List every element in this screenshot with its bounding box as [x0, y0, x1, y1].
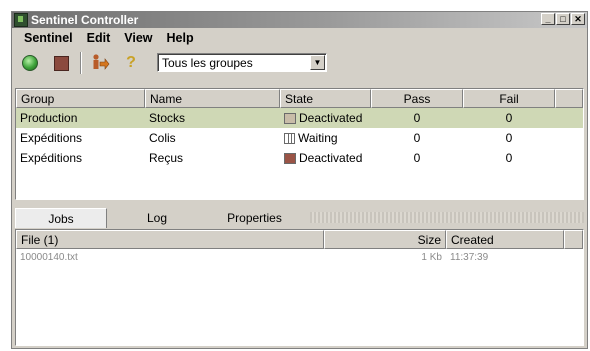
stop-icon	[53, 55, 69, 71]
menu-edit[interactable]: Edit	[80, 31, 118, 45]
app-icon	[14, 13, 28, 27]
cell-pass: 0	[413, 151, 421, 165]
column-header-file[interactable]: File (1)	[16, 230, 324, 249]
table-row[interactable]: Expéditions Colis Waiting 0 0	[16, 128, 583, 148]
cell-name: Stocks	[149, 111, 186, 125]
person-arrow-button[interactable]	[88, 51, 112, 75]
cell-pass: 0	[413, 111, 421, 125]
help-button[interactable]: ?	[119, 51, 143, 75]
column-header-state[interactable]: State	[280, 89, 371, 108]
cell-group: Expéditions	[20, 131, 83, 145]
state-label: Deactivated	[299, 111, 363, 125]
cell-name: Reçus	[149, 151, 184, 165]
column-header-created[interactable]: Created	[446, 230, 564, 249]
menu-bar: Sentinel Edit View Help	[12, 28, 587, 48]
menu-help[interactable]: Help	[160, 31, 201, 45]
deactivated-icon	[284, 112, 296, 124]
tab-properties[interactable]: Properties	[207, 208, 302, 228]
title-bar[interactable]: Sentinel Controller _ □ ✕	[12, 12, 587, 28]
maximize-button[interactable]: □	[556, 13, 570, 25]
table-row[interactable]: Expéditions Reçus Deactivated 0 0	[16, 148, 583, 168]
cell-group: Expéditions	[20, 151, 83, 165]
files-table-header: File (1) Size Created	[16, 230, 583, 249]
cell-created: 11:37:39	[450, 251, 489, 263]
cell-state: Waiting	[280, 131, 371, 145]
toolbar: ? Tous les groupes ▼	[12, 48, 587, 78]
waiting-icon	[284, 132, 295, 144]
state-label: Deactivated	[299, 151, 363, 165]
start-icon	[22, 55, 38, 71]
cell-pass: 0	[413, 131, 421, 145]
list-item[interactable]: 10000140.txt 1 Kb 11:37:39	[16, 249, 583, 265]
column-header-name[interactable]: Name	[145, 89, 280, 108]
cell-fail: 0	[505, 151, 513, 165]
window-title: Sentinel Controller	[31, 13, 139, 27]
column-header-fail[interactable]: Fail	[463, 89, 555, 108]
cell-state: Deactivated	[280, 151, 371, 165]
chevron-down-icon[interactable]: ▼	[310, 55, 325, 70]
cell-state: Deactivated	[280, 111, 371, 125]
column-header-pass[interactable]: Pass	[371, 89, 463, 108]
tab-strip-filler	[310, 212, 584, 223]
column-header-filler	[564, 230, 583, 249]
column-header-group[interactable]: Group	[16, 89, 145, 108]
tab-jobs[interactable]: Jobs	[15, 208, 107, 228]
tab-log[interactable]: Log	[107, 208, 207, 228]
toolbar-separator	[80, 52, 82, 74]
menu-view[interactable]: View	[117, 31, 159, 45]
cell-group: Production	[20, 111, 78, 125]
column-header-size[interactable]: Size	[324, 230, 446, 249]
stop-button[interactable]	[49, 51, 73, 75]
deactivated-icon	[284, 152, 296, 164]
window-controls: _ □ ✕	[541, 13, 585, 25]
start-button[interactable]	[18, 51, 42, 75]
groups-table-header: Group Name State Pass Fail	[16, 89, 583, 108]
column-header-filler	[555, 89, 583, 108]
cell-fail: 0	[505, 111, 513, 125]
groups-table: Group Name State Pass Fail Production St…	[15, 88, 584, 200]
files-table: File (1) Size Created 10000140.txt 1 Kb …	[15, 229, 584, 346]
cell-fail: 0	[505, 131, 513, 145]
table-row[interactable]: Production Stocks Deactivated 0 0	[16, 108, 583, 128]
person-arrow-icon	[93, 54, 110, 70]
tab-strip: Jobs Log Properties	[15, 208, 584, 228]
app-window: Sentinel Controller _ □ ✕ Sentinel Edit …	[11, 11, 588, 349]
cell-name: Colis	[149, 131, 176, 145]
minimize-button[interactable]: _	[541, 13, 555, 25]
cell-file: 10000140.txt	[20, 251, 78, 263]
close-button[interactable]: ✕	[571, 13, 585, 25]
menu-sentinel[interactable]: Sentinel	[17, 31, 80, 45]
group-filter-value: Tous les groupes	[162, 55, 253, 70]
help-icon: ?	[126, 54, 136, 71]
group-filter-select[interactable]: Tous les groupes ▼	[157, 53, 327, 72]
state-label: Waiting	[298, 131, 338, 145]
cell-size: 1 Kb	[421, 251, 442, 263]
